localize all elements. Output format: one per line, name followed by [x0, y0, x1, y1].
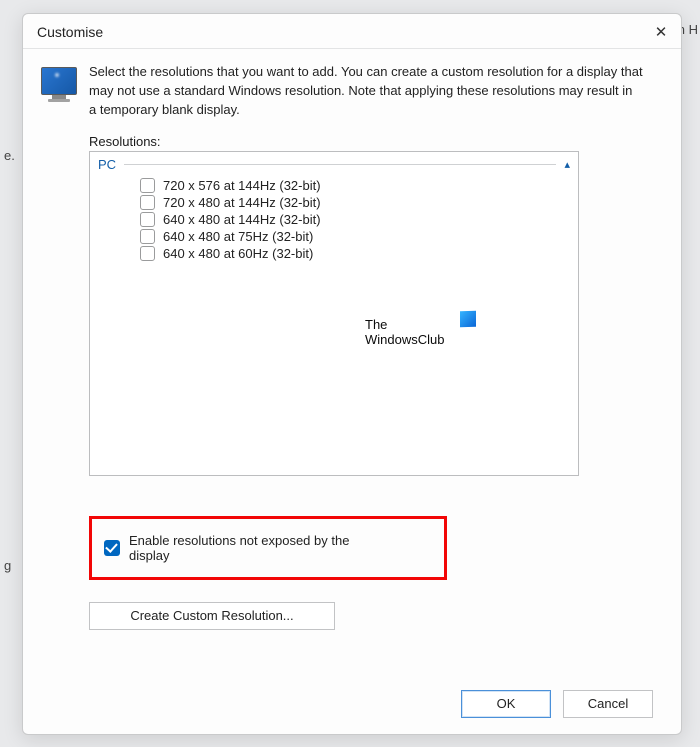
- watermark-text: The: [365, 317, 444, 333]
- divider: [124, 164, 556, 165]
- checkbox-icon[interactable]: [140, 195, 155, 210]
- checkbox-icon[interactable]: [140, 212, 155, 227]
- ok-button[interactable]: OK: [461, 690, 551, 718]
- group-header-pc[interactable]: PC ▴: [92, 154, 576, 175]
- resolution-items: 720 x 576 at 144Hz (32-bit) 720 x 480 at…: [140, 177, 576, 262]
- intro-text: Select the resolutions that you want to …: [89, 63, 643, 120]
- watermark-logo-icon: [460, 310, 476, 327]
- create-custom-resolution-button[interactable]: Create Custom Resolution...: [89, 602, 335, 630]
- close-button[interactable]: ✕: [651, 22, 671, 42]
- watermark-text: WindowsClub: [365, 332, 444, 348]
- enable-resolutions-row[interactable]: Enable resolutions not exposed by the di…: [89, 516, 447, 580]
- intro-row: Select the resolutions that you want to …: [41, 63, 643, 120]
- resolution-label: 640 x 480 at 60Hz (32-bit): [163, 246, 313, 261]
- resolutions-listbox[interactable]: PC ▴ 720 x 576 at 144Hz (32-bit) 720 x 4…: [89, 151, 579, 476]
- background-text: e.: [4, 148, 15, 163]
- list-item[interactable]: 640 x 480 at 75Hz (32-bit): [140, 228, 576, 245]
- enable-label: Enable resolutions not exposed by the di…: [129, 533, 364, 563]
- checkbox-icon[interactable]: [140, 178, 155, 193]
- list-item[interactable]: 640 x 480 at 144Hz (32-bit): [140, 211, 576, 228]
- titlebar: Customise ✕: [23, 14, 681, 49]
- resolution-label: 640 x 480 at 75Hz (32-bit): [163, 229, 313, 244]
- checkbox-icon[interactable]: [140, 246, 155, 261]
- group-name: PC: [98, 157, 116, 172]
- resolution-label: 720 x 576 at 144Hz (32-bit): [163, 178, 321, 193]
- dialog-buttons: OK Cancel: [461, 690, 653, 718]
- checkbox-icon[interactable]: [140, 229, 155, 244]
- chevron-up-icon: ▴: [564, 158, 570, 171]
- list-item[interactable]: 640 x 480 at 60Hz (32-bit): [140, 245, 576, 262]
- dialog-content: Select the resolutions that you want to …: [23, 49, 681, 734]
- resolution-label: 640 x 480 at 144Hz (32-bit): [163, 212, 321, 227]
- resolution-label: 720 x 480 at 144Hz (32-bit): [163, 195, 321, 210]
- customise-dialog: Customise ✕ Select the resolutions that …: [22, 13, 682, 735]
- resolutions-label: Resolutions:: [89, 134, 643, 149]
- enable-checkbox[interactable]: [104, 540, 120, 556]
- background-text: g: [4, 558, 11, 573]
- list-item[interactable]: 720 x 480 at 144Hz (32-bit): [140, 194, 576, 211]
- monitor-icon: [41, 67, 77, 103]
- dialog-title: Customise: [37, 24, 103, 40]
- close-icon: ✕: [655, 23, 668, 41]
- watermark: The WindowsClub: [365, 317, 444, 348]
- cancel-button[interactable]: Cancel: [563, 690, 653, 718]
- list-item[interactable]: 720 x 576 at 144Hz (32-bit): [140, 177, 576, 194]
